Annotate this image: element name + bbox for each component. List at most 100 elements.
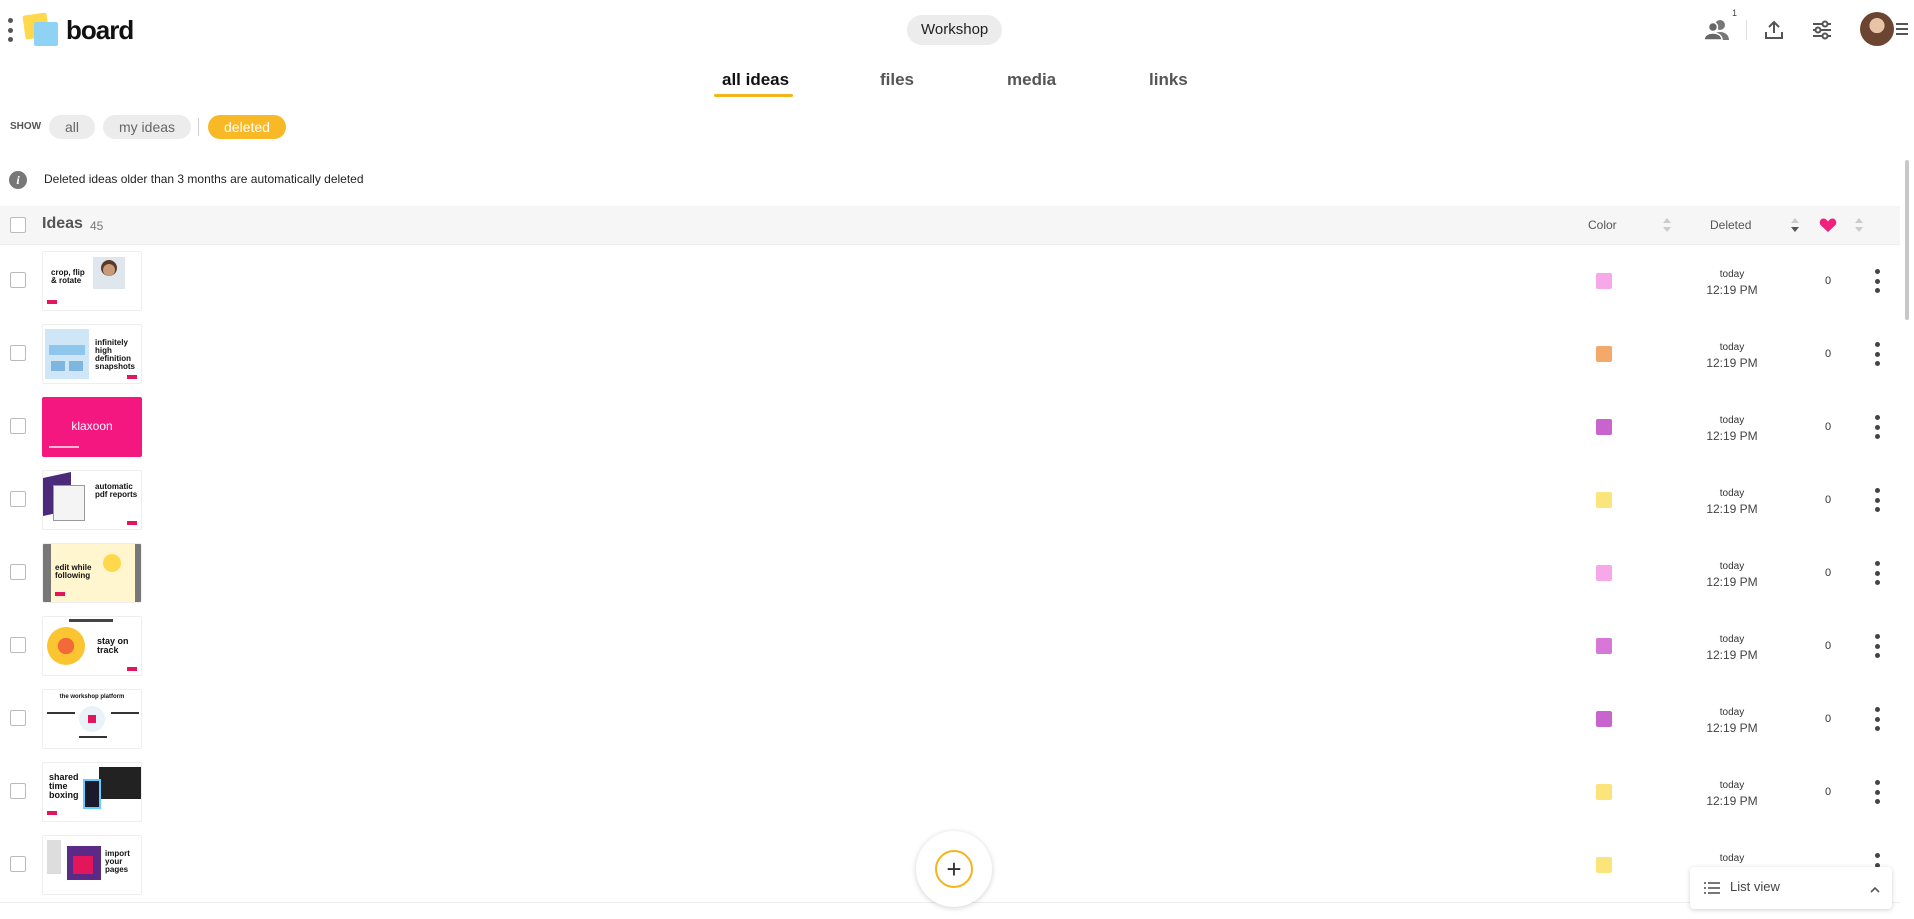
likes-count: 0: [1824, 348, 1832, 360]
row-checkbox[interactable]: [10, 783, 26, 799]
tab-files[interactable]: files: [880, 70, 914, 90]
content-tabs: all ideas files media links: [0, 60, 1914, 100]
color-column-header[interactable]: Color: [1588, 218, 1617, 232]
deleted-time: 12:19 PM: [1706, 283, 1758, 297]
idea-thumbnail[interactable]: infinitely high definition snapshots: [42, 324, 142, 384]
idea-thumbnail[interactable]: crop, flip & rotate: [42, 251, 142, 311]
row-checkbox[interactable]: [10, 345, 26, 361]
idea-thumbnail[interactable]: the workshop platform: [42, 689, 142, 749]
ideas-count: 45: [90, 219, 104, 233]
thumbnail-label: automatic pdf reports: [95, 482, 138, 499]
row-checkbox[interactable]: [10, 856, 26, 872]
table-row[interactable]: shared time boxing today 12:19 PM 0: [0, 756, 1900, 830]
settings-sliders-icon[interactable]: [1808, 16, 1836, 44]
deleted-time: 12:19 PM: [1706, 721, 1758, 735]
board-logo-icon[interactable]: [22, 12, 58, 46]
brand-name: board: [66, 15, 134, 45]
row-menu-icon[interactable]: [1872, 342, 1882, 366]
board-name-button[interactable]: Workshop: [907, 15, 1003, 45]
thumbnail-monitor: [99, 767, 141, 799]
idea-thumbnail[interactable]: shared time boxing: [42, 762, 142, 822]
likes-count: 0: [1824, 786, 1832, 798]
user-menu-icon[interactable]: [1896, 23, 1908, 35]
filter-all[interactable]: all: [49, 115, 96, 139]
thumbnail-brand-mark: [127, 375, 137, 379]
idea-thumbnail[interactable]: automatic pdf reports: [42, 470, 142, 530]
participants-icon[interactable]: [1703, 16, 1731, 44]
row-menu-icon[interactable]: [1872, 488, 1882, 512]
table-row[interactable]: the workshop platform today 12:19 PM 0: [0, 683, 1900, 757]
row-checkbox[interactable]: [10, 491, 26, 507]
view-selector[interactable]: List view: [1690, 867, 1892, 909]
idea-thumbnail[interactable]: klaxoon: [42, 397, 142, 457]
thumbnail-sun: [47, 627, 85, 665]
thumbnail-footer-line: [49, 446, 79, 448]
thumbnail-label: klaxoon: [71, 419, 113, 433]
filter-deleted[interactable]: deleted: [208, 115, 286, 139]
deleted-column-header[interactable]: Deleted: [1710, 218, 1751, 232]
filter-divider: [198, 118, 199, 136]
thumbnail-tablet: [83, 779, 101, 809]
thumbnail-document: [53, 485, 85, 521]
thumbnail-brand-mark: [127, 521, 137, 525]
color-swatch: [1596, 784, 1612, 800]
sort-likes-icon[interactable]: [1854, 216, 1864, 234]
select-all-checkbox[interactable]: [10, 217, 26, 233]
thumbnail-label: shared time boxing: [49, 772, 79, 800]
thumbnail-label: infinitely high definition snapshots: [95, 338, 136, 371]
row-checkbox[interactable]: [10, 637, 26, 653]
export-icon[interactable]: [1760, 16, 1788, 44]
thumbnail-right-bar: [135, 544, 141, 602]
app-menu-icon[interactable]: [6, 18, 14, 42]
row-menu-icon[interactable]: [1872, 634, 1882, 658]
thumbnail-brand-mark: [47, 811, 57, 815]
row-menu-icon[interactable]: [1872, 780, 1882, 804]
filter-my-ideas[interactable]: my ideas: [103, 115, 192, 139]
tab-all-ideas[interactable]: all ideas: [722, 70, 789, 90]
thumbnail-brand-mark: [127, 667, 137, 671]
row-menu-icon[interactable]: [1872, 561, 1882, 585]
plus-icon: +: [935, 850, 973, 888]
table-row[interactable]: edit while following today 12:19 PM 0: [0, 537, 1900, 611]
tab-media[interactable]: media: [1007, 70, 1056, 90]
deleted-time: 12:19 PM: [1706, 575, 1758, 589]
thumbnail-timer-bar: [69, 619, 113, 622]
likes-count: 0: [1824, 567, 1832, 579]
likes-count: 0: [1824, 713, 1832, 725]
row-checkbox[interactable]: [10, 710, 26, 726]
idea-thumbnail[interactable]: stay on track: [42, 616, 142, 676]
color-swatch: [1596, 492, 1612, 508]
row-menu-icon[interactable]: [1872, 415, 1882, 439]
table-row[interactable]: infinitely high definition snapshots tod…: [0, 318, 1900, 392]
thumbnail-label: edit while following: [55, 563, 92, 580]
row-checkbox[interactable]: [10, 564, 26, 580]
row-checkbox[interactable]: [10, 272, 26, 288]
row-menu-icon[interactable]: [1872, 269, 1882, 293]
tab-links[interactable]: links: [1149, 70, 1188, 90]
thumbnail-page: [73, 856, 93, 874]
row-menu-icon[interactable]: [1872, 707, 1882, 731]
user-avatar[interactable]: [1860, 12, 1894, 46]
sort-deleted-icon[interactable]: [1790, 216, 1800, 234]
table-row[interactable]: stay on track today 12:19 PM 0: [0, 610, 1900, 684]
table-row[interactable]: crop, flip & rotate today 12:19 PM 0: [0, 245, 1900, 319]
thumbnail-label: the workshop platform: [59, 694, 125, 700]
sort-color-icon[interactable]: [1662, 216, 1672, 234]
likes-heart-icon[interactable]: [1819, 217, 1837, 238]
table-row[interactable]: klaxoon today 12:19 PM 0: [0, 391, 1900, 465]
deleted-day: today: [1719, 561, 1745, 572]
deleted-day: today: [1719, 634, 1745, 645]
row-checkbox[interactable]: [10, 418, 26, 434]
likes-count: 0: [1824, 640, 1832, 652]
thumbnail-label: crop, flip & rotate: [51, 268, 85, 285]
thumbnail-left-bar: [43, 544, 51, 602]
color-swatch: [1596, 419, 1612, 435]
table-row[interactable]: automatic pdf reports today 12:19 PM 0: [0, 464, 1900, 538]
vertical-scrollbar[interactable]: [1905, 160, 1909, 320]
idea-thumbnail[interactable]: import your pages: [42, 835, 142, 895]
add-idea-button[interactable]: +: [916, 831, 992, 907]
idea-thumbnail[interactable]: edit while following: [42, 543, 142, 603]
thumbnail-label: import your pages: [105, 849, 130, 874]
top-bar: board Workshop 1: [0, 0, 1914, 60]
likes-count: 0: [1824, 494, 1832, 506]
